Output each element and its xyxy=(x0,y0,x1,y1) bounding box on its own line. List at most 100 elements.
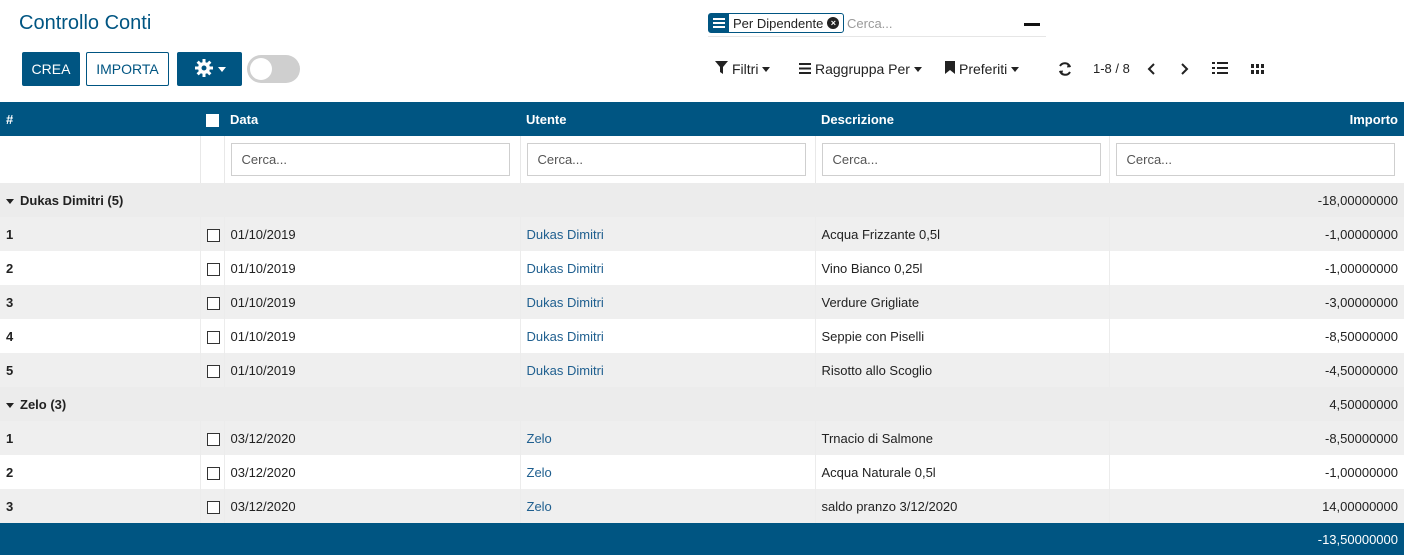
row-number: 1 xyxy=(0,217,201,251)
refresh-icon[interactable] xyxy=(1057,61,1073,77)
row-checkbox[interactable] xyxy=(206,296,220,310)
page-title: Controllo Conti xyxy=(19,12,152,34)
table-row[interactable]: 3 03/12/2020 Zelo saldo pranzo 3/12/2020… xyxy=(0,489,1404,523)
table-row[interactable]: 4 01/10/2019 Dukas Dimitri Seppie con Pi… xyxy=(0,319,1404,353)
row-checkbox[interactable] xyxy=(206,500,220,514)
col-header-num[interactable]: # xyxy=(0,102,200,136)
chevron-left-icon[interactable] xyxy=(1145,62,1159,76)
row-description: Acqua Frizzante 0,5l xyxy=(815,217,1110,251)
search-facet[interactable]: Per Dipendente × xyxy=(708,13,845,33)
row-number: 2 xyxy=(0,455,201,489)
col-header-data[interactable]: Data xyxy=(224,102,520,136)
list-icon xyxy=(799,61,811,77)
row-description: Verdure Grigliate xyxy=(815,285,1110,319)
gear-icon xyxy=(194,58,214,81)
row-user[interactable]: Dukas Dimitri xyxy=(520,285,816,319)
caret-down-icon xyxy=(913,66,922,72)
list-table-container: # Data Utente Descrizione Importo Dukas … xyxy=(0,102,1404,555)
crea-button[interactable]: CREA xyxy=(22,52,80,86)
row-date: 01/10/2019 xyxy=(224,319,521,353)
select-all-checkbox[interactable] xyxy=(206,113,219,127)
row-amount: -4,50000000 xyxy=(1109,353,1404,387)
row-user[interactable]: Dukas Dimitri xyxy=(520,217,816,251)
filter-data-input[interactable] xyxy=(230,143,510,176)
toggle-switch[interactable] xyxy=(247,55,300,83)
row-date: 03/12/2020 xyxy=(224,489,521,523)
actions-gear-button[interactable] xyxy=(177,52,242,86)
row-number: 4 xyxy=(0,319,201,353)
table-header-row: # Data Utente Descrizione Importo xyxy=(0,102,1404,136)
col-header-utente[interactable]: Utente xyxy=(520,102,815,136)
filter-cell-descrizione xyxy=(815,136,1110,183)
filter-cell-check xyxy=(200,136,225,183)
caret-down-icon xyxy=(1011,66,1020,72)
list-table: # Data Utente Descrizione Importo Dukas … xyxy=(0,102,1404,555)
row-description: Vino Bianco 0,25l xyxy=(815,251,1110,285)
close-circle-icon[interactable]: × xyxy=(827,17,840,29)
row-checkbox[interactable] xyxy=(206,364,220,378)
row-date: 01/10/2019 xyxy=(224,217,521,251)
row-number: 1 xyxy=(0,421,201,455)
table-footer-row: -13,50000000 xyxy=(0,523,1404,555)
row-user[interactable]: Zelo xyxy=(520,489,816,523)
kanban-view-icon[interactable] xyxy=(1251,62,1265,74)
group-label: Dukas Dimitri (5) xyxy=(20,192,124,208)
caret-down-icon xyxy=(6,402,14,408)
table-row[interactable]: 3 01/10/2019 Dukas Dimitri Verdure Grigl… xyxy=(0,285,1404,319)
table-row[interactable]: 5 01/10/2019 Dukas Dimitri Risotto allo … xyxy=(0,353,1404,387)
row-checkbox[interactable] xyxy=(206,466,220,480)
funnel-icon xyxy=(715,61,728,77)
row-user[interactable]: Dukas Dimitri xyxy=(520,353,816,387)
raggruppa-dropdown[interactable]: Raggruppa Per xyxy=(799,60,922,78)
col-header-importo[interactable]: Importo xyxy=(1109,102,1404,136)
preferiti-label: Preferiti xyxy=(959,61,1008,77)
table-row[interactable]: 2 03/12/2020 Zelo Acqua Naturale 0,5l -1… xyxy=(0,455,1404,489)
filter-cell-data xyxy=(224,136,521,183)
search-input[interactable] xyxy=(847,14,1017,32)
row-amount: -1,00000000 xyxy=(1109,217,1404,251)
facet-label: Per Dipendente xyxy=(733,15,824,31)
row-amount: 14,00000000 xyxy=(1109,489,1404,523)
col-header-descrizione[interactable]: Descrizione xyxy=(815,102,1109,136)
search-options-toggle[interactable] xyxy=(1024,23,1040,26)
preferiti-dropdown[interactable]: Preferiti xyxy=(945,60,1020,78)
filter-utente-input[interactable] xyxy=(526,143,806,176)
table-row[interactable]: 1 03/12/2020 Zelo Trnacio di Salmone -8,… xyxy=(0,421,1404,455)
list-view-icon[interactable] xyxy=(1212,61,1228,75)
table-row[interactable]: 2 01/10/2019 Dukas Dimitri Vino Bianco 0… xyxy=(0,251,1404,285)
row-user[interactable]: Zelo xyxy=(520,421,816,455)
footer-spacer xyxy=(0,523,1109,555)
row-date: 03/12/2020 xyxy=(224,455,521,489)
group-row-zelo[interactable]: Zelo (3) 4,50000000 xyxy=(0,387,1404,421)
row-amount: -1,00000000 xyxy=(1109,251,1404,285)
table-row[interactable]: 1 01/10/2019 Dukas Dimitri Acqua Frizzan… xyxy=(0,217,1404,251)
row-date: 03/12/2020 xyxy=(224,421,521,455)
importa-button[interactable]: IMPORTA xyxy=(86,52,169,86)
row-user[interactable]: Zelo xyxy=(520,455,816,489)
group-total: -18,00000000 xyxy=(1109,183,1404,217)
row-amount: -1,00000000 xyxy=(1109,455,1404,489)
group-label: Zelo (3) xyxy=(20,396,67,412)
filter-cell-num xyxy=(0,136,201,183)
row-description: Acqua Naturale 0,5l xyxy=(815,455,1110,489)
caret-down-icon xyxy=(762,66,771,72)
row-description: saldo pranzo 3/12/2020 xyxy=(815,489,1110,523)
chevron-right-icon[interactable] xyxy=(1177,62,1191,76)
filtri-dropdown[interactable]: Filtri xyxy=(715,60,771,78)
filtri-label: Filtri xyxy=(732,61,759,77)
row-checkbox[interactable] xyxy=(206,432,220,446)
search-bar: Per Dipendente × xyxy=(708,13,1046,37)
row-user[interactable]: Dukas Dimitri xyxy=(520,319,816,353)
filter-cell-importo xyxy=(1109,136,1404,183)
row-user[interactable]: Dukas Dimitri xyxy=(520,251,816,285)
filter-descrizione-input[interactable] xyxy=(821,143,1101,176)
pager-value[interactable]: 1-8 / 8 xyxy=(1093,61,1130,76)
row-checkbox[interactable] xyxy=(206,228,220,242)
row-description: Risotto allo Scoglio xyxy=(815,353,1110,387)
chevron-down-icon xyxy=(217,66,226,72)
group-row-dukas[interactable]: Dukas Dimitri (5) -18,00000000 xyxy=(0,183,1404,217)
row-checkbox[interactable] xyxy=(206,262,220,276)
filter-importo-input[interactable] xyxy=(1115,143,1395,176)
select-all-cell[interactable] xyxy=(200,102,224,136)
row-checkbox[interactable] xyxy=(206,330,220,344)
